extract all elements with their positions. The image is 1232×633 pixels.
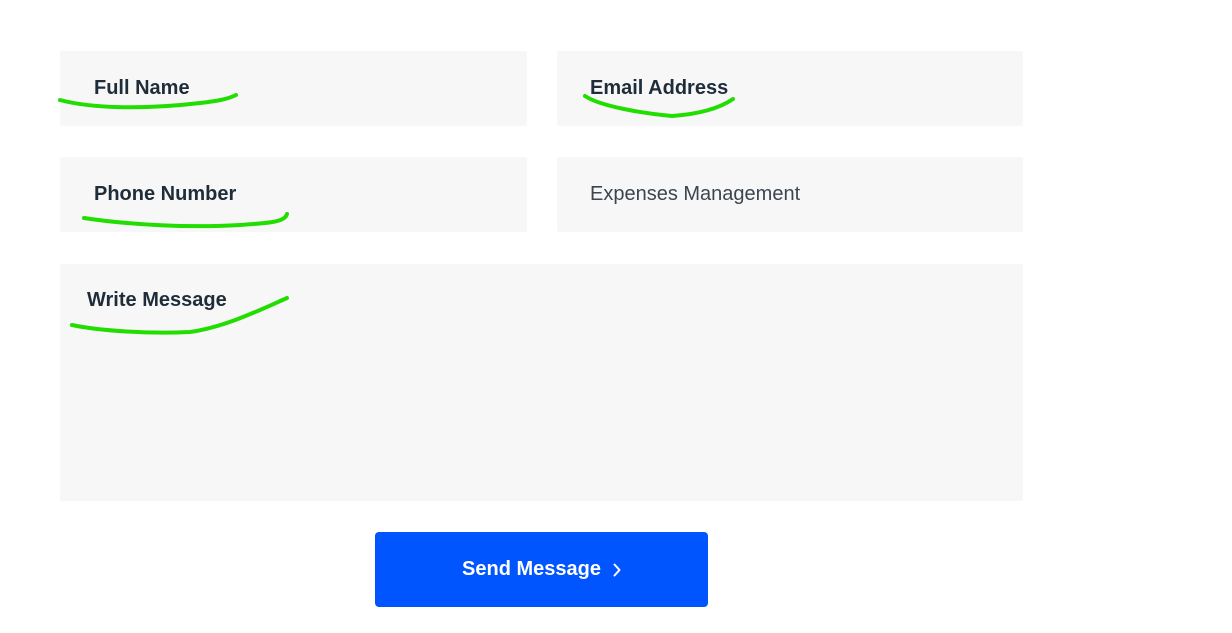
message-textarea[interactable]: Write Message bbox=[60, 264, 1023, 501]
subject-field[interactable]: Expenses Management bbox=[557, 157, 1023, 232]
email-field[interactable]: Email Address bbox=[557, 51, 1023, 126]
phone-field[interactable]: Phone Number bbox=[60, 157, 527, 232]
email-placeholder: Email Address bbox=[590, 77, 729, 99]
send-message-button[interactable]: Send Message bbox=[375, 532, 708, 607]
full-name-field[interactable]: Full Name bbox=[60, 51, 527, 126]
chevron-right-icon bbox=[613, 563, 621, 576]
message-placeholder: Write Message bbox=[87, 289, 227, 311]
phone-placeholder: Phone Number bbox=[94, 183, 237, 205]
send-message-label: Send Message bbox=[462, 558, 601, 580]
full-name-placeholder: Full Name bbox=[94, 77, 190, 99]
subject-value: Expenses Management bbox=[590, 183, 801, 205]
